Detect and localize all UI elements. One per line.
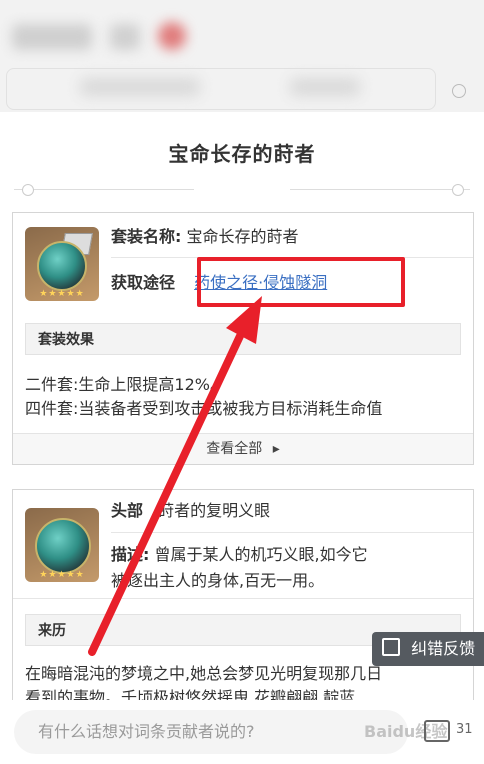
arrow-head: [226, 296, 262, 344]
comment-count: 31: [456, 722, 473, 737]
edit-icon: [382, 638, 400, 656]
feedback-button[interactable]: 纠错反馈: [372, 632, 484, 666]
comment-input[interactable]: 有什么话想对词条贡献者说的?: [14, 710, 408, 754]
arrow-shaft: [88, 332, 244, 656]
comment-bar: 有什么话想对词条贡献者说的? Baidu经验 31: [0, 700, 484, 764]
comment-icon[interactable]: [424, 720, 450, 742]
feedback-label: 纠错反馈: [411, 639, 476, 658]
